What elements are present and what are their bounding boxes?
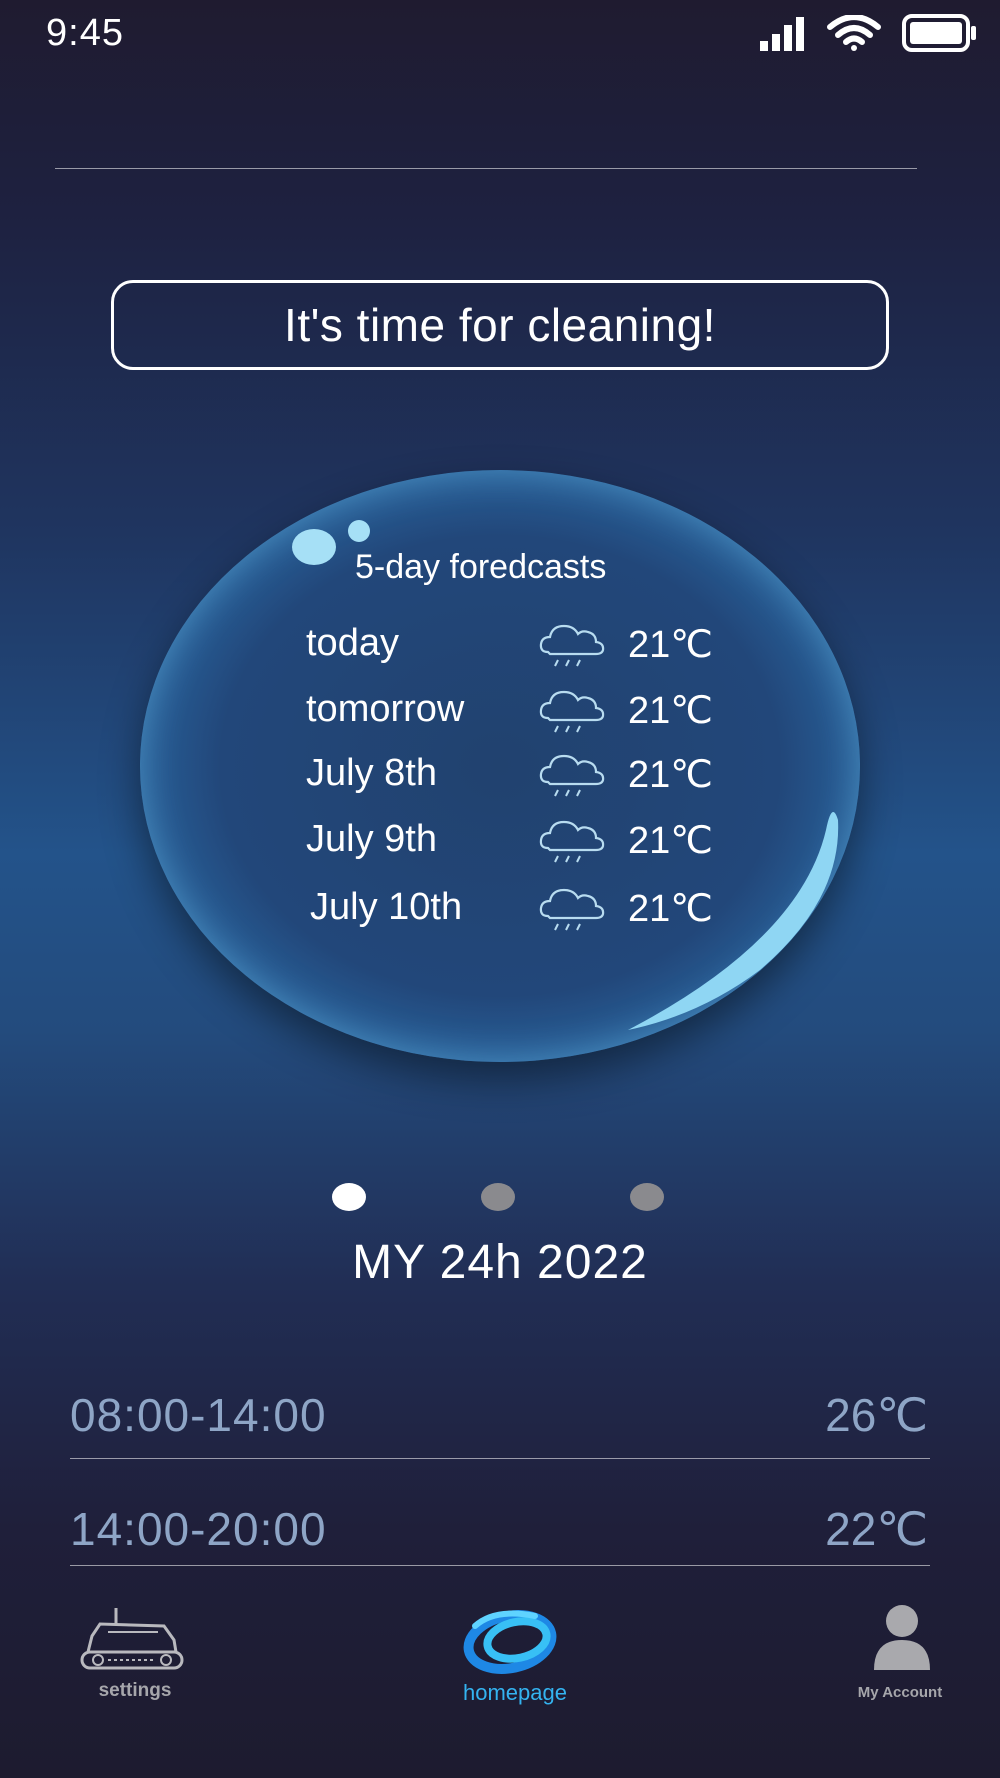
forecast-temp: 21℃: [628, 888, 713, 930]
forecast-row: July 9th 21℃: [300, 818, 740, 868]
forecast-temp: 21℃: [628, 624, 713, 666]
time-slot-range: 14:00-20:00: [70, 1503, 327, 1555]
status-time: 9:45: [46, 12, 124, 54]
forecast-day: today: [306, 622, 399, 664]
rain-cloud-icon: [539, 624, 605, 667]
cleaning-reminder-banner[interactable]: It's time for cleaning!: [111, 280, 889, 370]
forecast-row: today 21℃: [300, 622, 740, 672]
nav-homepage-label[interactable]: homepage: [430, 1680, 600, 1706]
forecast-row: July 8th 21℃: [300, 752, 740, 802]
forecast-day: tomorrow: [306, 688, 465, 730]
time-slot-range: 08:00-14:00: [70, 1389, 327, 1441]
forecast-temp: 21℃: [628, 690, 713, 732]
pager-dot-1[interactable]: [332, 1183, 366, 1211]
forecast-day: July 9th: [306, 818, 437, 860]
forecast-title: 5-day foredcasts: [355, 548, 607, 586]
forecast-temp: 21℃: [628, 820, 713, 862]
date-label: MY 24h 2022: [352, 1236, 648, 1289]
forecast-row: July 10th 21℃: [300, 886, 740, 936]
rain-cloud-icon: [539, 754, 605, 797]
homepage-logo-icon[interactable]: [455, 1604, 575, 1674]
forecast-row: tomorrow 21℃: [300, 688, 740, 738]
wifi-icon: [827, 15, 881, 51]
pager-dot-3[interactable]: [630, 1183, 664, 1211]
signal-icon: [760, 17, 804, 51]
top-divider: [55, 168, 917, 169]
status-icons: [758, 14, 978, 52]
account-avatar-icon[interactable]: [870, 1604, 934, 1672]
rain-cloud-icon: [539, 888, 605, 931]
time-slot-divider: [70, 1458, 930, 1459]
battery-icon: [902, 14, 976, 52]
forecast-temp: 21℃: [628, 754, 713, 796]
nav-account-label[interactable]: My Account: [840, 1684, 960, 1701]
nav-settings-label[interactable]: settings: [70, 1680, 200, 1702]
time-slot-divider: [70, 1565, 930, 1566]
forecast-day: July 10th: [310, 886, 463, 928]
pager-dot-2[interactable]: [481, 1183, 515, 1211]
forecast-day: July 8th: [306, 752, 437, 794]
time-slot-temp: 26℃: [825, 1389, 928, 1441]
rain-cloud-icon: [539, 690, 605, 733]
time-slot-temp: 22℃: [825, 1503, 928, 1555]
rain-cloud-icon: [539, 820, 605, 863]
robot-cleaner-icon[interactable]: [78, 1602, 188, 1672]
